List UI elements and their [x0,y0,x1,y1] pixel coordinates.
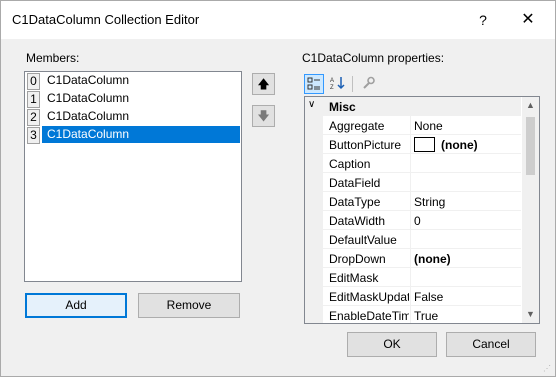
scroll-up-icon[interactable]: ▲ [522,97,539,114]
property-value[interactable]: False [414,290,443,304]
property-name: EnableDateTim [329,309,409,323]
properties-label: C1DataColumn properties: [302,51,445,65]
property-name: Aggregate [329,119,385,133]
title-bar: C1DataColumn Collection Editor ? ✕ [1,1,555,39]
property-row-caption[interactable]: Caption [305,154,521,173]
member-index: 3 [27,127,40,144]
toolbar-separator [352,76,353,92]
members-list[interactable]: 0 C1DataColumn 1 C1DataColumn 2 C1DataCo… [24,71,242,282]
member-index: 1 [27,91,40,108]
move-down-button[interactable]: 🡇 [252,105,275,127]
close-button[interactable]: ✕ [516,9,540,31]
dialog-title: C1DataColumn Collection Editor [12,12,200,27]
property-row-defaultvalue[interactable]: DefaultValue [305,230,521,249]
category-misc[interactable]: ∨ Misc [305,97,521,116]
property-value[interactable]: True [414,309,438,323]
cancel-button[interactable]: Cancel [446,332,536,357]
member-name: C1DataColumn [47,73,130,87]
scroll-thumb[interactable] [526,117,535,175]
member-index: 2 [27,109,40,126]
ok-button[interactable]: OK [347,332,437,357]
member-item-0[interactable]: 0 C1DataColumn [26,72,240,90]
remove-button[interactable]: Remove [138,293,240,318]
add-button[interactable]: Add [25,293,127,318]
property-value[interactable]: (none) [414,252,451,266]
image-swatch [414,137,435,152]
property-name: ButtonPicture [329,138,402,152]
property-row-editmaskupdate[interactable]: EditMaskUpdat False [305,287,521,306]
vertical-scrollbar[interactable]: ▲ ▼ [522,97,539,323]
help-button[interactable]: ? [471,9,495,31]
resize-grip-icon[interactable]: ⋰ [543,364,553,374]
property-name: DefaultValue [329,233,397,247]
member-name: C1DataColumn [47,109,130,123]
property-row-datafield[interactable]: DataField [305,173,521,192]
property-grid-toolbar: A Z [304,73,384,95]
move-up-button[interactable]: 🡅 [252,73,275,95]
property-name: DataWidth [329,214,386,228]
chevron-down-icon[interactable]: ∨ [308,99,315,110]
property-row-datawidth[interactable]: DataWidth 0 [305,211,521,230]
wrench-icon [363,76,375,89]
property-name: DataField [329,176,381,190]
arrow-up-icon: 🡅 [257,77,270,91]
alphabetical-icon: A Z [330,77,345,91]
scroll-down-icon[interactable]: ▼ [522,306,539,323]
property-row-dropdown[interactable]: DropDown (none) [305,249,521,268]
property-name: DataType [329,195,381,209]
categorized-button[interactable] [304,74,324,94]
property-name: DropDown [329,252,386,266]
property-row-datatype[interactable]: DataType String [305,192,521,211]
property-value[interactable]: None [414,119,443,133]
members-label: Members: [26,51,80,65]
property-pages-button[interactable] [358,74,378,94]
property-row-editmask[interactable]: EditMask [305,268,521,287]
property-row-buttonpicture[interactable]: ButtonPicture (none) [305,135,521,154]
property-grid[interactable]: ∨ Misc Aggregate None ButtonPicture (non… [304,96,540,324]
property-name: EditMaskUpdat [329,290,409,304]
collection-editor-dialog: C1DataColumn Collection Editor ? ✕ Membe… [0,0,556,377]
categorized-icon [307,77,320,90]
property-name: Caption [329,157,371,171]
arrow-down-icon: 🡇 [257,109,270,123]
svg-text:A: A [330,78,334,84]
svg-text:Z: Z [330,85,334,90]
property-value[interactable]: (none) [441,138,478,152]
member-item-1[interactable]: 1 C1DataColumn [26,90,240,108]
member-index: 0 [27,73,40,90]
member-item-3[interactable]: 3 C1DataColumn [26,126,240,144]
member-name: C1DataColumn [42,126,240,143]
alphabetical-button[interactable]: A Z [328,74,348,94]
member-name: C1DataColumn [47,91,130,105]
property-row-enabledatetime[interactable]: EnableDateTim True [305,306,521,323]
property-value[interactable]: 0 [414,214,421,228]
member-item-2[interactable]: 2 C1DataColumn [26,108,240,126]
property-value[interactable]: String [414,195,445,209]
property-row-aggregate[interactable]: Aggregate None [305,116,521,135]
property-name: EditMask [329,271,379,285]
category-name: Misc [329,100,356,114]
